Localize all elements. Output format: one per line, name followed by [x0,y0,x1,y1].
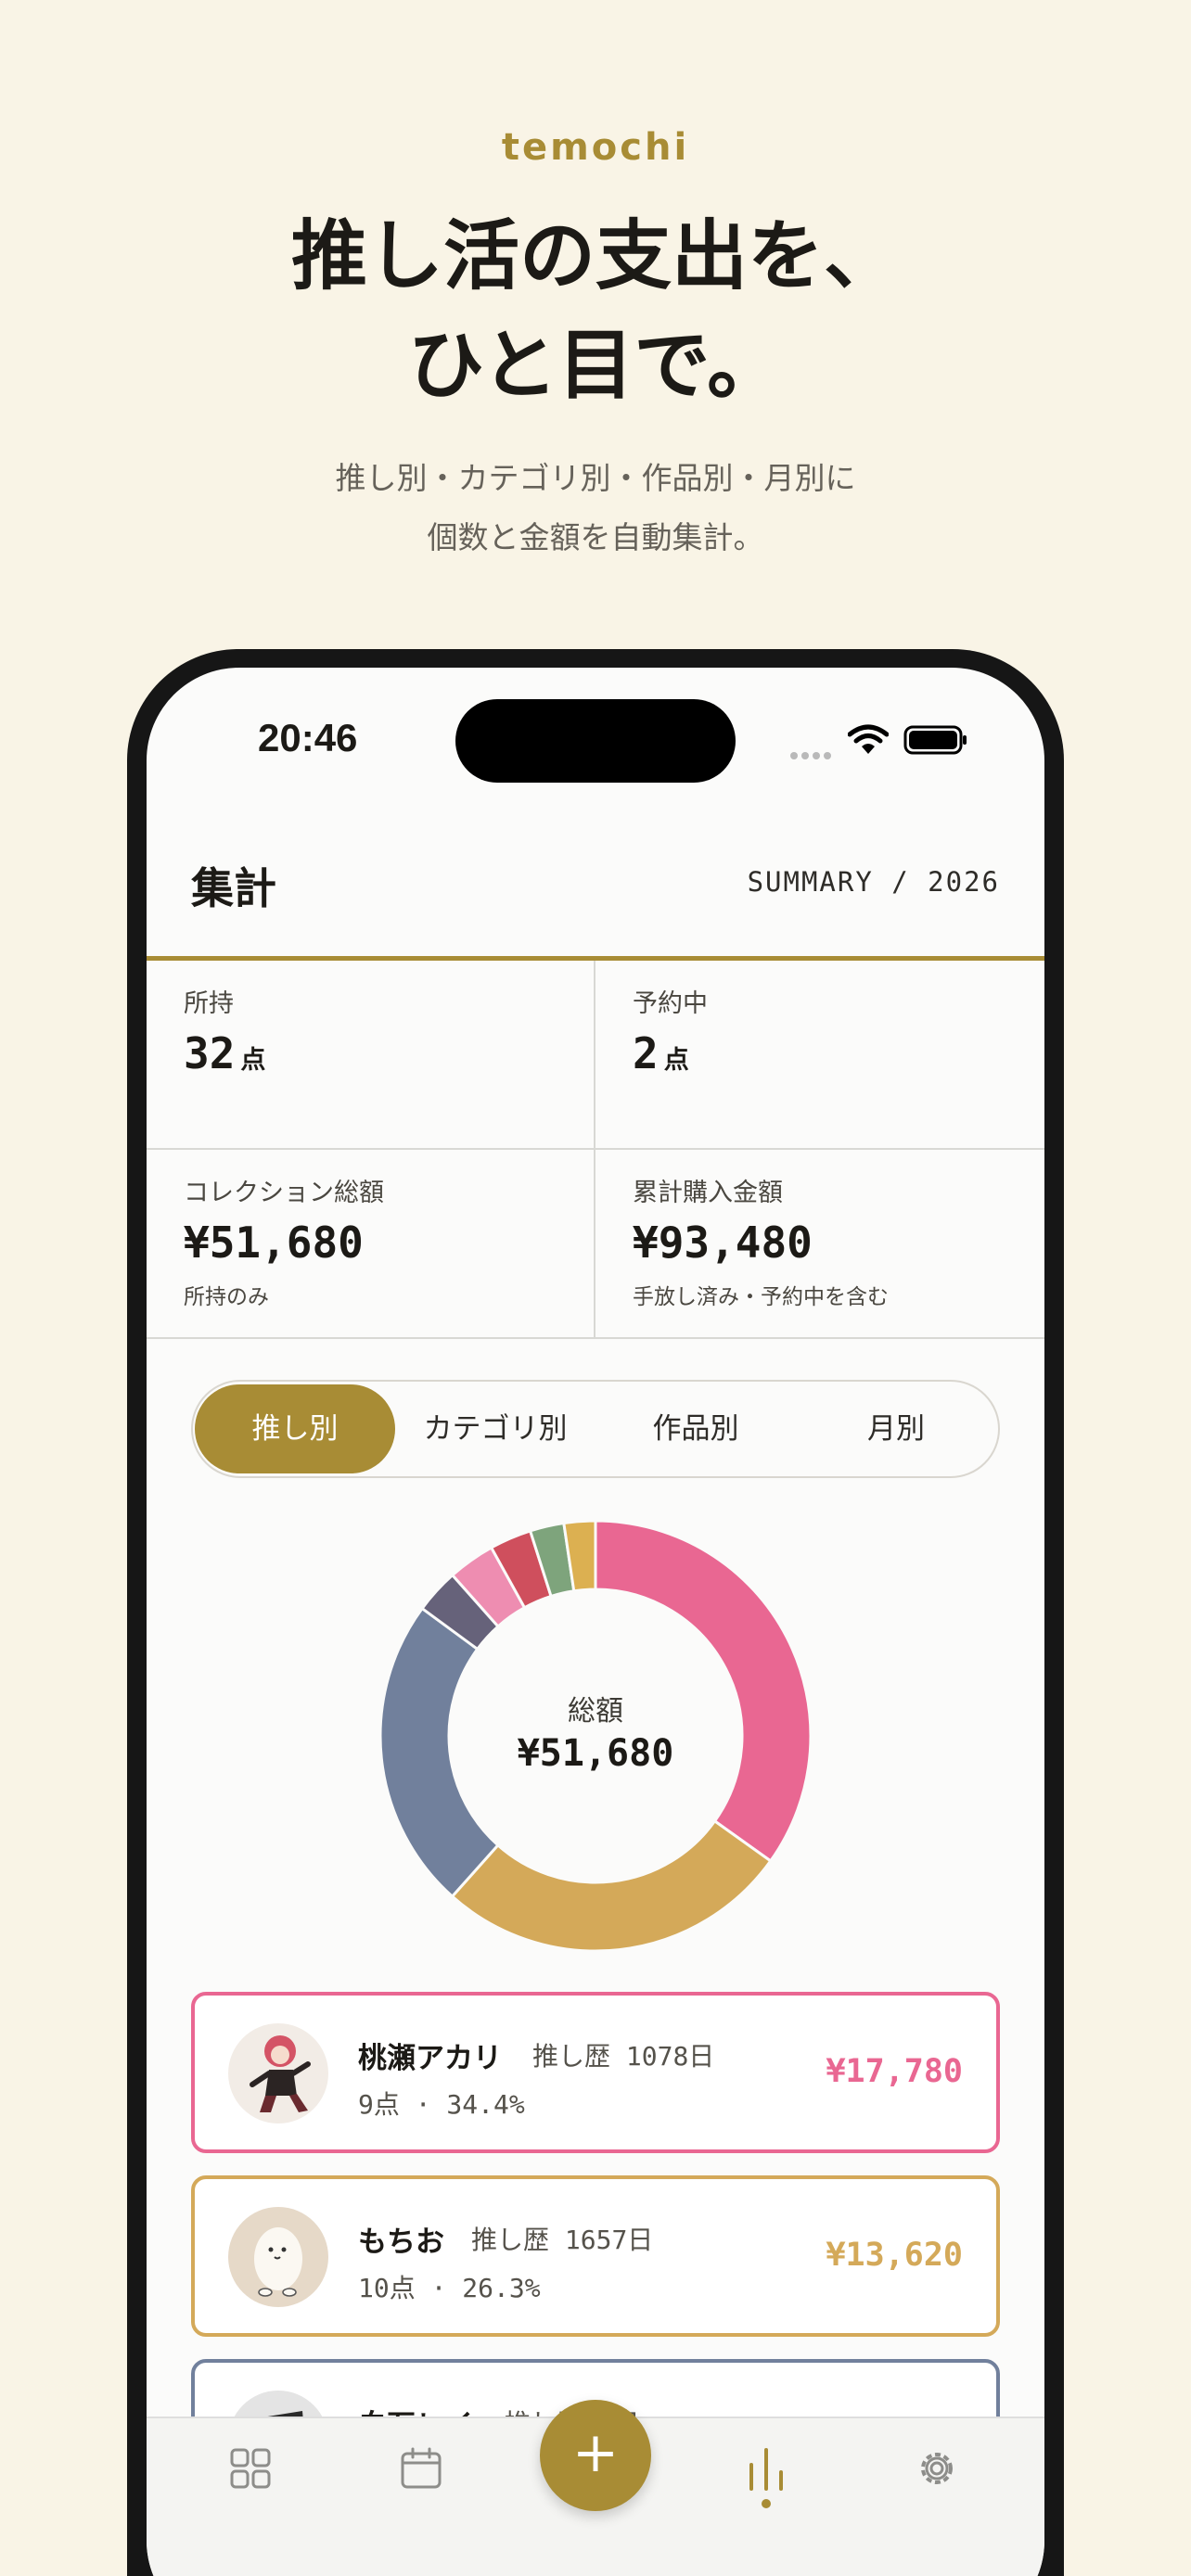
promo-headline: 推し活の支出を、 ひと目で。 [0,202,1191,421]
stat-note: 所持のみ [184,1285,269,1309]
promo-subtext: 推し別・カテゴリ別・作品別・月別に 個数と金額を自動集計。 [0,449,1191,567]
oshi-name: 桃瀬アカリ [358,2042,502,2075]
stat-owned: 所持 32 点 [147,961,596,1150]
stat-number: 32 [184,1028,236,1078]
oshi-amount: ¥17,780 [826,2053,963,2090]
page-subtitle: SUMMARY / 2026 [747,866,1000,898]
add-item-button[interactable]: + [540,2400,651,2511]
oshi-history: 推し歴 1657日 [471,2220,653,2257]
segment-by-month[interactable]: 月別 [796,1384,996,1473]
stat-unit: 点 [240,1046,266,1075]
oshi-count-percent: 9点 · 34.4% [358,2089,525,2120]
battery-icon [903,725,967,755]
donut-slice-1 [450,1818,773,1953]
page-title: 集計 [191,863,276,913]
chart-icon[interactable] [744,2446,788,2511]
phone-screen: 20:46 集計 SUMMARY / 2026 所持 32 点 予約中 2点 コレ… [147,668,1044,2576]
donut-center-label: 総額 [568,1695,623,1728]
oshi-history: 推し歴 1078日 [532,2036,714,2073]
oshi-card[interactable]: 桃瀬アカリ 推し歴 1078日 9点 · 34.4% ¥17,780 [191,1992,1000,2153]
stat-collection-total: コレクション総額 ¥51,680 所持のみ [147,1150,596,1339]
oshi-amount: ¥13,620 [826,2237,963,2274]
oshi-count-percent: 10点 · 26.3% [358,2273,541,2303]
brand-logo: temochi [501,126,690,169]
headline-line-1: 推し活の支出を、 [290,212,900,300]
sub-line-1: 推し別・カテゴリ別・作品別・月別に [335,460,856,496]
avatar [228,2023,328,2123]
avatar [228,2207,328,2307]
stat-value: 32 点 [184,1028,594,1078]
status-time: 20:46 [258,716,358,759]
stat-value: ¥93,480 [633,1218,813,1268]
grouping-segmented-control: 推し別 カテゴリ別 作品別 月別 [191,1380,1000,1478]
stat-unit: 点 [663,1046,689,1075]
stat-label: 所持 [184,989,234,1018]
history-label: 推し歴 [532,2041,611,2072]
stat-note: 手放し済み・予約中を含む [633,1285,889,1309]
wifi-icon [848,724,889,754]
stats-grid: 所持 32 点 予約中 2点 コレクション総額 ¥51,680 所持のみ 累計購入… [147,961,1044,1339]
stat-label: 予約中 [633,989,708,1018]
history-value: 1078日 [625,2041,715,2072]
settings-icon[interactable] [915,2446,959,2491]
sub-line-2: 個数と金額を自動集計。 [427,519,764,555]
stat-label: コレクション総額 [184,1179,384,1207]
stat-number: 2 [633,1028,659,1078]
donut-center-value: ¥51,680 [517,1732,674,1775]
oshi-name: もちお [358,2225,444,2259]
calendar-icon[interactable] [399,2446,443,2491]
grid-icon[interactable] [228,2446,273,2491]
cellular-signal-icon [790,746,835,763]
history-value: 1657日 [564,2225,654,2255]
stat-value: ¥51,680 [184,1218,364,1268]
stat-purchase-total: 累計購入金額 ¥93,480 手放し済み・予約中を含む [596,1150,1044,1339]
headline-line-2: ひと目で。 [407,322,784,410]
segment-by-oshi[interactable]: 推し別 [195,1384,395,1473]
oshi-card[interactable]: もちお 推し歴 1657日 10点 · 26.3% ¥13,620 [191,2175,1000,2337]
segment-by-category[interactable]: カテゴリ別 [395,1384,596,1473]
stat-reserved: 予約中 2点 [596,961,1044,1150]
stat-label: 累計購入金額 [633,1179,783,1207]
history-label: 推し歴 [471,2225,550,2255]
stat-value: 2点 [633,1028,1044,1078]
segment-by-work[interactable]: 作品別 [596,1384,796,1473]
dynamic-island [455,699,736,783]
